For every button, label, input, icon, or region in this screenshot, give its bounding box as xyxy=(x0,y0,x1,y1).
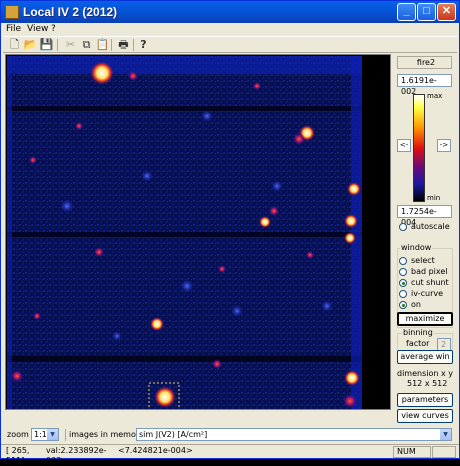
minimize-button[interactable]: _ xyxy=(397,3,416,21)
images-select[interactable]: sim J(V2) [A/cm²] ▼ xyxy=(136,428,452,441)
iv-curve-radio[interactable] xyxy=(399,290,407,298)
bad-pixel-radio[interactable] xyxy=(399,268,407,276)
color-scale-bar xyxy=(413,94,425,202)
chevron-down-icon[interactable]: ▼ xyxy=(440,429,451,440)
bad-pixel-label: bad pixel xyxy=(411,267,448,276)
app-icon xyxy=(5,5,19,19)
help-icon[interactable]: ? xyxy=(136,38,151,52)
status-value: val:2.233892e-003 xyxy=(46,446,107,465)
zoom-select[interactable]: 1:1 ▼ xyxy=(31,428,59,441)
iv-curve-label: iv-curve xyxy=(411,289,444,298)
status-position: [ 265, 511] xyxy=(6,446,30,465)
new-icon[interactable]: 🗋 xyxy=(7,38,22,52)
prev-palette-button[interactable]: <- xyxy=(397,139,411,152)
heatmap-image[interactable] xyxy=(7,56,362,410)
images-label: images in memory: xyxy=(69,430,147,439)
menu-file[interactable]: File xyxy=(6,24,21,34)
print-icon[interactable]: 🖶 xyxy=(116,38,131,52)
min-label: min xyxy=(427,194,441,202)
next-palette-button[interactable]: -> xyxy=(437,139,451,152)
zoom-value: 1:1 xyxy=(34,430,47,439)
chevron-down-icon[interactable]: ▼ xyxy=(47,429,58,440)
status-extra: <7.424821e-004> xyxy=(118,446,193,455)
select-radio[interactable] xyxy=(399,257,407,265)
window-title: Local IV 2 (2012) xyxy=(23,5,118,19)
dimension-value: 512 x 512 xyxy=(407,379,448,388)
on-label: on xyxy=(411,300,421,309)
max-value-field[interactable]: 1.6191e-002 xyxy=(397,74,452,96)
toolbar-separator xyxy=(111,39,112,51)
menu-view[interactable]: View xyxy=(27,24,48,34)
autoscale-radio[interactable] xyxy=(399,223,407,231)
zoom-label: zoom xyxy=(7,430,29,439)
maximize-button[interactable]: maximize xyxy=(397,312,453,326)
average-win-button[interactable]: average win xyxy=(397,350,453,364)
factor-label: factor xyxy=(406,339,430,348)
images-value: sim J(V2) [A/cm²] xyxy=(139,430,208,439)
close-button[interactable]: ✕ xyxy=(437,3,456,21)
divider xyxy=(65,429,66,441)
on-radio[interactable] xyxy=(399,301,407,309)
menu-help[interactable]: ? xyxy=(51,24,56,34)
copy-icon[interactable]: ⧉ xyxy=(79,38,94,52)
binning-label: binning xyxy=(402,328,434,337)
select-label: select xyxy=(411,256,435,265)
title-bar[interactable]: Local IV 2 (2012) _ □ ✕ xyxy=(1,1,459,23)
menu-bar: File View ? xyxy=(1,23,459,36)
cut-icon[interactable]: ✂ xyxy=(63,38,78,52)
image-scrollbar[interactable] xyxy=(380,55,390,409)
maximize-window-button[interactable]: □ xyxy=(417,3,436,21)
side-panel: fire2 1.6191e-002 max min <- -> 1.7254e-… xyxy=(393,54,457,424)
window-group-title: window xyxy=(400,243,433,252)
view-curves-button[interactable]: view curves xyxy=(397,409,453,423)
open-icon[interactable]: 📂 xyxy=(23,38,38,52)
status-cell-empty xyxy=(432,446,456,458)
cut-shunt-label: cut shunt xyxy=(411,278,449,287)
app-window: Local IV 2 (2012) _ □ ✕ File View ? 🗋 📂 … xyxy=(0,0,460,465)
save-icon[interactable]: 💾 xyxy=(39,38,54,52)
image-viewport[interactable] xyxy=(5,54,391,410)
paste-icon[interactable]: 📋 xyxy=(95,38,110,52)
status-bar: [ 265, 511] val:2.233892e-003 <7.424821e… xyxy=(1,444,459,465)
max-label: max xyxy=(427,92,443,100)
toolbar-separator xyxy=(133,39,134,51)
cut-shunt-radio[interactable] xyxy=(399,279,407,287)
palette-name: fire2 xyxy=(397,56,452,69)
toolbar-separator xyxy=(57,39,58,51)
num-lock-indicator: NUM xyxy=(393,446,431,458)
min-value-field[interactable]: 1.7254e-004 xyxy=(397,205,452,227)
dimension-label: dimension x y xyxy=(397,369,453,378)
autoscale-label: autoscale xyxy=(411,222,450,231)
toolbar: 🗋 📂 💾 ✂ ⧉ 📋 🖶 ? xyxy=(3,36,457,53)
bottom-bar: zoom 1:1 ▼ images in memory: sim J(V2) [… xyxy=(3,427,457,443)
parameters-button[interactable]: parameters xyxy=(397,393,453,407)
